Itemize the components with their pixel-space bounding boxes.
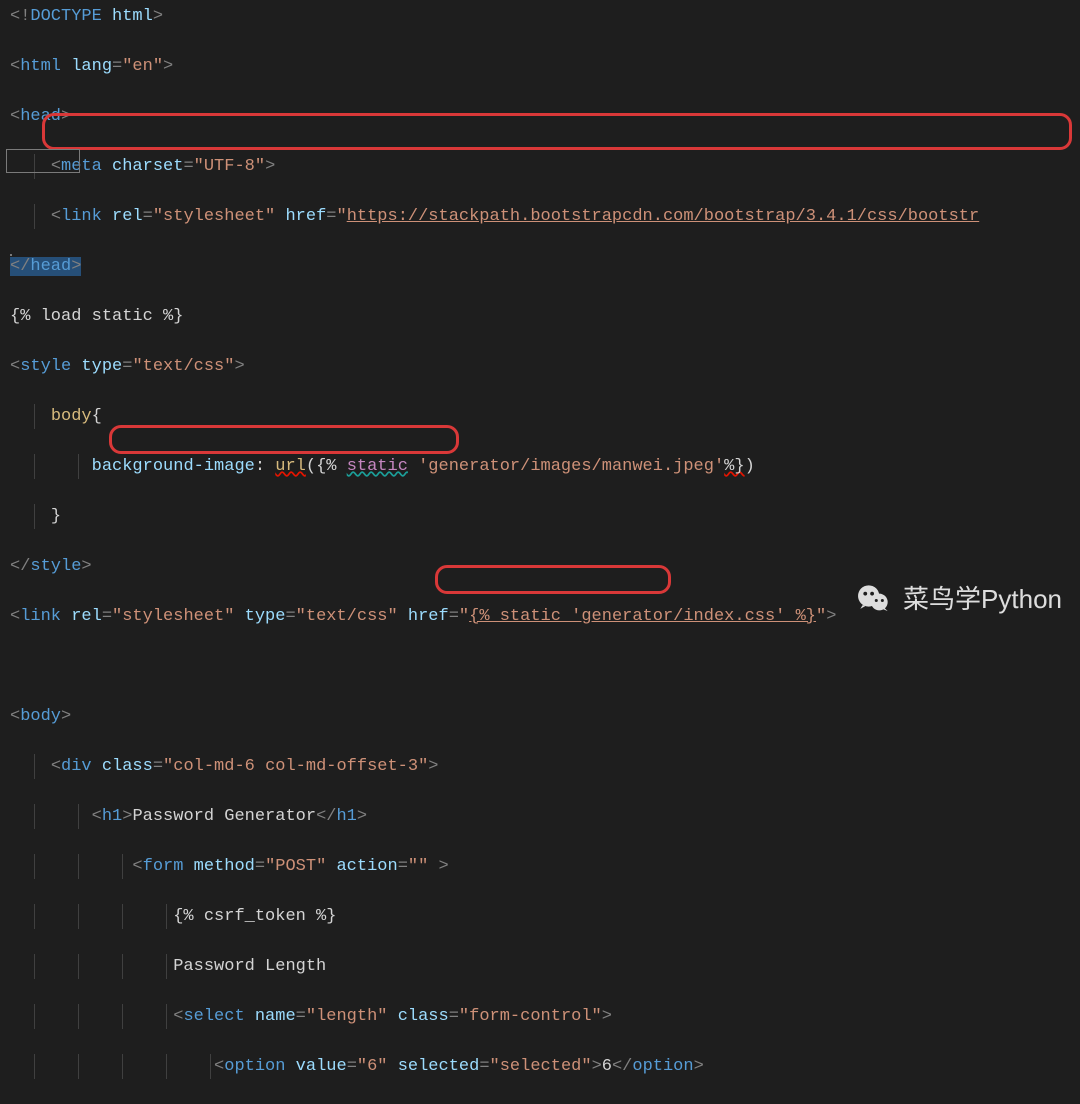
watermark: 菜鸟学Python <box>855 580 1062 618</box>
code-line: <head> <box>4 104 1076 129</box>
watermark-text: 菜鸟学Python <box>903 587 1062 612</box>
selection-outline <box>6 149 80 173</box>
code-line: {% load static %} <box>4 304 1076 329</box>
code-editor[interactable]: <!DOCTYPE html> <html lang="en"> <head> … <box>4 4 1076 1104</box>
selection-box <box>10 254 12 256</box>
code-line: <body> <box>4 704 1076 729</box>
code-line: <html lang="en"> <box>4 54 1076 79</box>
code-line: </style> <box>4 554 1076 579</box>
code-line: <!DOCTYPE html> <box>4 4 1076 29</box>
code-line: <style type="text/css"> <box>4 354 1076 379</box>
wechat-icon <box>855 580 893 618</box>
